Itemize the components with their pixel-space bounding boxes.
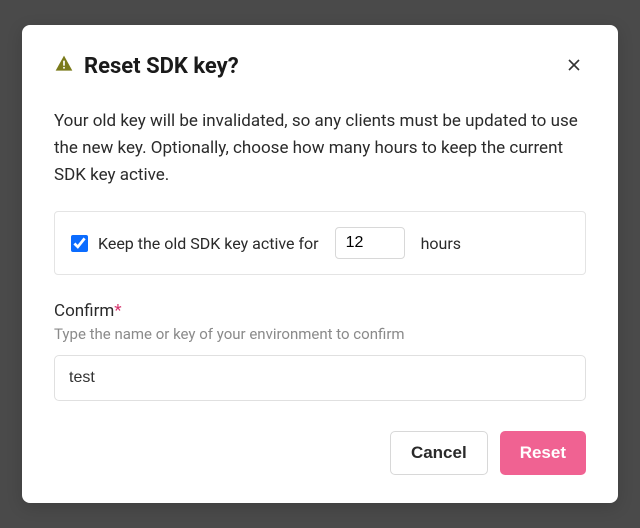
title-group: Reset SDK key? <box>54 54 239 79</box>
modal-footer: Cancel Reset <box>54 431 586 475</box>
confirm-hint: Type the name or key of your environment… <box>54 325 586 343</box>
hours-input[interactable] <box>335 227 405 259</box>
confirm-input[interactable] <box>54 355 586 401</box>
cancel-button[interactable]: Cancel <box>390 431 488 475</box>
keep-active-section: Keep the old SDK key active for hours <box>54 211 586 275</box>
warning-icon <box>54 54 74 78</box>
close-icon <box>566 57 582 76</box>
keep-active-label-before: Keep the old SDK key active for <box>98 234 319 253</box>
close-button[interactable] <box>562 53 586 80</box>
modal-title: Reset SDK key? <box>84 54 239 79</box>
confirm-section: Confirm* Type the name or key of your en… <box>54 301 586 401</box>
confirm-label-text: Confirm <box>54 301 114 321</box>
confirm-label: Confirm* <box>54 301 586 321</box>
reset-sdk-key-modal: Reset SDK key? Your old key will be inva… <box>22 25 618 504</box>
reset-button[interactable]: Reset <box>500 431 586 475</box>
keep-active-checkbox[interactable] <box>71 235 88 252</box>
modal-header: Reset SDK key? <box>54 53 586 80</box>
keep-active-label-after: hours <box>421 234 461 253</box>
modal-description: Your old key will be invalidated, so any… <box>54 108 586 190</box>
required-indicator: * <box>114 301 121 321</box>
